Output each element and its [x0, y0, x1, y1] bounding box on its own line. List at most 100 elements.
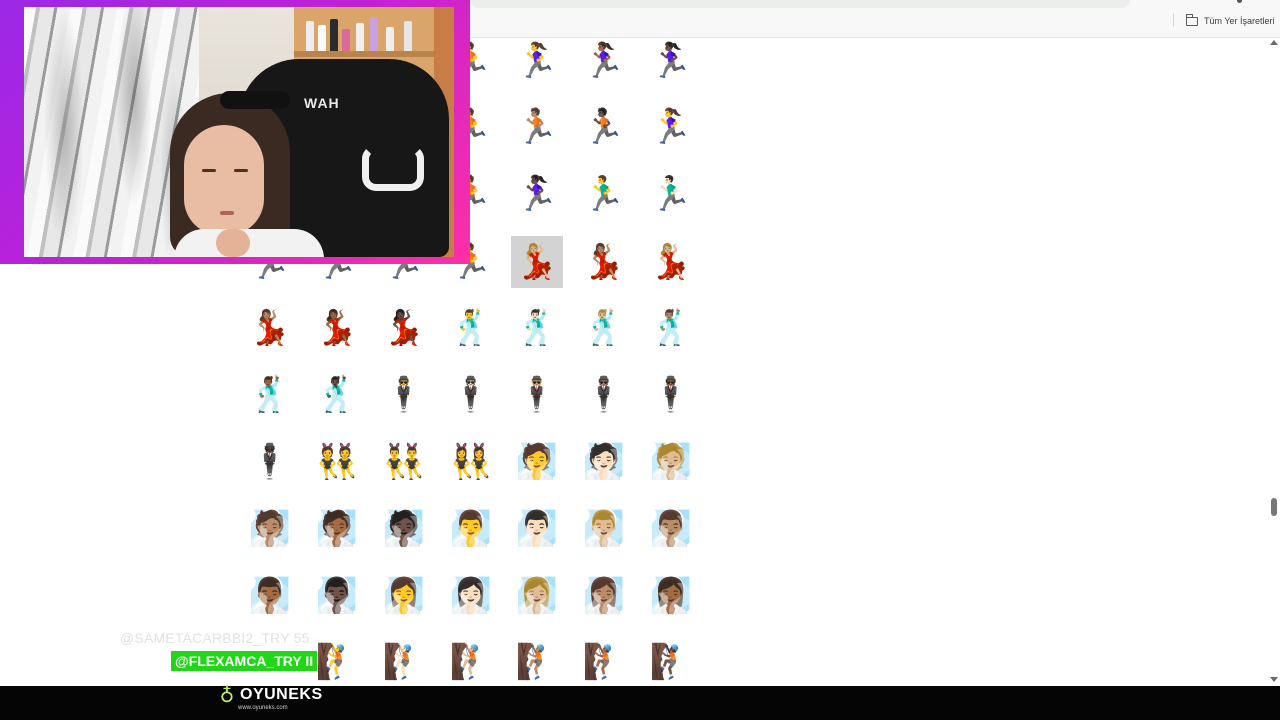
emoji-cell[interactable]: 🏃🏿‍♀️	[511, 168, 563, 220]
emoji-glyph: 🧖🏾‍♂️	[248, 576, 292, 616]
emoji-cell[interactable]: 🕺🏼	[578, 302, 630, 354]
emoji-cell[interactable]: 🕺	[445, 302, 497, 354]
emoji-cell[interactable]: 💃🏼	[511, 236, 563, 288]
emoji-cell[interactable]: 💃🏽	[244, 302, 296, 354]
emoji-cell[interactable]: 💃🏿	[378, 302, 430, 354]
emoji-cell[interactable]: 🕴🏾	[645, 369, 697, 421]
emoji-cell[interactable]: 🕺🏻	[511, 302, 563, 354]
streamer-eye	[234, 169, 248, 172]
emoji-glyph: 👯‍♂️	[382, 442, 426, 482]
emoji-glyph: 🕺🏽	[649, 308, 693, 348]
emoji-cell[interactable]: 🕴🏼	[511, 369, 563, 421]
emoji-glyph: 🕴🏿	[248, 442, 292, 482]
emoji-cell[interactable]: 🧖🏿‍♂️	[311, 570, 363, 622]
emoji-glyph: 🧗🏾	[582, 642, 626, 682]
emoji-cell[interactable]: 🏃‍♀️	[645, 101, 697, 153]
emoji-cell[interactable]: 🕺🏽	[645, 302, 697, 354]
emoji-glyph: 🧗🏻	[382, 642, 426, 682]
address-bar[interactable]	[470, 0, 1130, 8]
emoji-glyph: 💃🏼	[649, 242, 693, 282]
menu-icon[interactable]	[1237, 0, 1242, 3]
bottle	[330, 19, 338, 51]
emoji-cell[interactable]: 🧖🏾	[311, 503, 363, 555]
emoji-cell[interactable]: 🕴️	[378, 369, 430, 421]
emoji-cell[interactable]: 🏃🏿‍♀️	[645, 35, 697, 87]
emoji-glyph: 🧗	[315, 642, 359, 682]
emoji-cell[interactable]: 🧖	[511, 436, 563, 488]
streamer-face	[184, 125, 264, 235]
emoji-glyph: 🏃🏿‍♀️	[515, 174, 559, 214]
emoji-cell[interactable]: 🏃🏾‍♀️	[578, 35, 630, 87]
brand-name: OYUNEKS	[240, 686, 323, 703]
emoji-glyph: 🧖‍♀️	[382, 576, 426, 616]
emoji-glyph: 💃🏿	[382, 308, 426, 348]
emoji-cell[interactable]: 🧖🏼‍♀️	[511, 570, 563, 622]
emoji-cell[interactable]: 💃🏾	[311, 302, 363, 354]
emoji-cell[interactable]: 🕴🏽	[578, 369, 630, 421]
emoji-cell[interactable]: 🧗🏽	[511, 636, 563, 688]
emoji-glyph: 🕴️	[382, 375, 426, 415]
emoji-cell[interactable]: 👯‍♂️	[378, 436, 430, 488]
streamer-hand	[216, 229, 250, 257]
emoji-cell[interactable]: 🧖🏾‍♂️	[244, 570, 296, 622]
emoji-cell[interactable]: 🧖‍♂️	[445, 503, 497, 555]
scroll-up-arrow-icon[interactable]	[1270, 40, 1278, 45]
emoji-cell[interactable]: 🏃🏿	[578, 101, 630, 153]
all-bookmarks-button[interactable]: Tüm Yer İşaretleri	[1185, 13, 1275, 29]
brand-mark-icon: ♁	[219, 683, 235, 707]
emoji-cell[interactable]: 🧖🏻	[578, 436, 630, 488]
emoji-cell[interactable]: 🕴🏻	[445, 369, 497, 421]
emoji-cell[interactable]: 🕴🏿	[244, 436, 296, 488]
emoji-glyph: 💃🏽	[248, 308, 292, 348]
emoji-cell[interactable]: 👯	[311, 436, 363, 488]
emoji-glyph: 🏃🏿	[582, 107, 626, 147]
emoji-cell[interactable]: 🧗	[311, 636, 363, 688]
webcam-overlay: WAH	[0, 0, 470, 264]
emoji-cell[interactable]: 💃🏼	[645, 236, 697, 288]
emoji-cell[interactable]: 🏃🏻‍♂️	[645, 168, 697, 220]
sunglasses	[220, 91, 290, 109]
streamer-mouth	[220, 211, 234, 215]
emoji-glyph: 🏃‍♂️	[582, 174, 626, 214]
emoji-glyph: 🧖🏽‍♂️	[649, 509, 693, 549]
emoji-glyph: 👯‍♀️	[449, 442, 493, 482]
emoji-glyph: 💃🏼	[515, 242, 559, 282]
emoji-glyph: 🧗🏼	[449, 642, 493, 682]
emoji-cell[interactable]: 🧖🏽‍♂️	[645, 503, 697, 555]
emoji-glyph: 🧖🏿	[382, 509, 426, 549]
emoji-cell[interactable]: 🧖🏻‍♀️	[445, 570, 497, 622]
emoji-cell[interactable]: 🏃‍♀️	[511, 35, 563, 87]
emoji-cell[interactable]: 🏃🏽	[511, 101, 563, 153]
emoji-cell[interactable]: 🧗🏾	[578, 636, 630, 688]
emoji-glyph: 🕺🏾	[248, 375, 292, 415]
emoji-cell[interactable]: 🧖‍♀️	[378, 570, 430, 622]
emoji-cell[interactable]: 🧗🏻	[378, 636, 430, 688]
streamer-eye	[202, 169, 216, 172]
emoji-cell[interactable]: 💃🏽	[578, 236, 630, 288]
emoji-cell[interactable]: 🧖🏻‍♂️	[511, 503, 563, 555]
emoji-cell[interactable]: 🧖🏾‍♀️	[645, 570, 697, 622]
emoji-cell[interactable]: 🧖🏽	[244, 503, 296, 555]
emoji-cell[interactable]: 🧖🏿	[378, 503, 430, 555]
emoji-cell[interactable]: 🧗🏼	[445, 636, 497, 688]
emoji-cell[interactable]: 🕺🏾	[244, 369, 296, 421]
emoji-glyph: 🕴🏼	[515, 375, 559, 415]
emoji-cell[interactable]: 🕺🏿	[311, 369, 363, 421]
shelf-board	[294, 51, 454, 57]
emoji-glyph: 💃🏽	[582, 242, 626, 282]
emoji-glyph: 🧖🏾	[315, 509, 359, 549]
emoji-cell[interactable]: 🧖🏽‍♀️	[578, 570, 630, 622]
bottle	[386, 27, 394, 51]
emoji-cell[interactable]: 👯‍♀️	[445, 436, 497, 488]
scrollbar-thumb[interactable]	[1271, 498, 1277, 516]
emoji-cell[interactable]: 🏃‍♂️	[578, 168, 630, 220]
bottle	[306, 21, 314, 51]
emoji-glyph: 🕺🏼	[582, 308, 626, 348]
chair-emblem	[362, 145, 424, 191]
scroll-down-arrow-icon[interactable]	[1270, 677, 1278, 682]
emoji-cell[interactable]: 🧗🏿	[645, 636, 697, 688]
emoji-glyph: 🏃🏽	[515, 107, 559, 147]
emoji-cell[interactable]: 🧖🏼	[645, 436, 697, 488]
emoji-cell[interactable]: 🧖🏼‍♂️	[578, 503, 630, 555]
vertical-scrollbar[interactable]	[1266, 38, 1280, 688]
